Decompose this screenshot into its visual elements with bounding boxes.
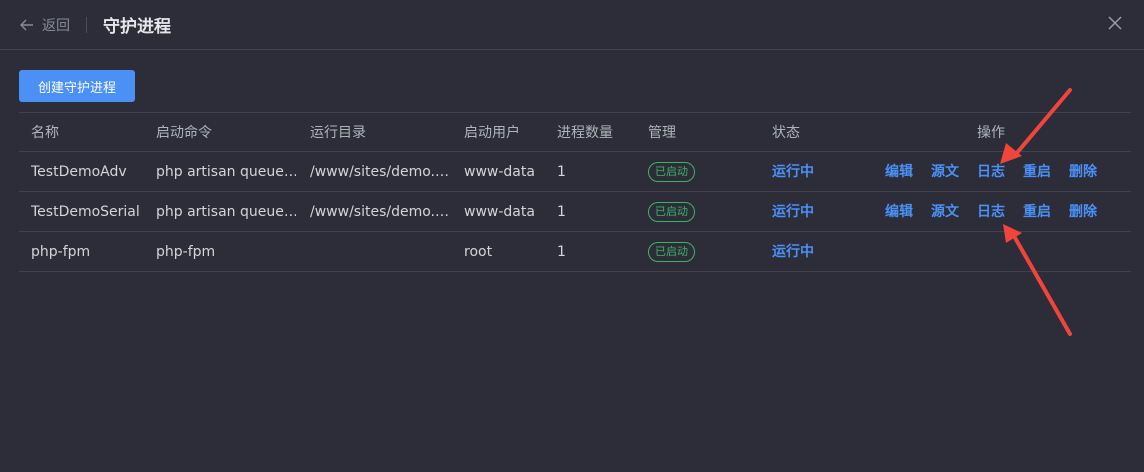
process-name: TestDemoSerial xyxy=(31,204,140,220)
table-row: TestDemoAdv php artisan queue… /www/site… xyxy=(19,152,1131,192)
process-command: php-fpm xyxy=(156,244,216,260)
edit-link[interactable]: 编辑 xyxy=(885,192,913,232)
process-directory: /www/sites/demo.… xyxy=(310,204,449,220)
status-link[interactable]: 运行中 xyxy=(772,232,872,272)
manage-cell: 已启动 xyxy=(648,152,748,192)
column-header-name: 名称 xyxy=(31,125,59,141)
process-directory xyxy=(310,232,450,272)
create-daemon-button[interactable]: 创建守护进程 xyxy=(19,70,135,102)
column-header-count: 进程数量 xyxy=(557,125,613,141)
source-link[interactable]: 源文 xyxy=(931,152,959,192)
process-user: www-data xyxy=(464,164,535,180)
page-title: 守护进程 xyxy=(103,17,171,37)
log-link[interactable]: 日志 xyxy=(977,192,1005,232)
status-link[interactable]: 运行中 xyxy=(772,152,872,192)
edit-link[interactable]: 编辑 xyxy=(885,152,913,192)
process-command: php artisan queue… xyxy=(156,204,296,220)
manage-cell: 已启动 xyxy=(648,192,748,232)
source-link[interactable]: 源文 xyxy=(931,192,959,232)
log-link[interactable]: 日志 xyxy=(977,152,1005,192)
close-button[interactable] xyxy=(1108,15,1122,34)
close-icon xyxy=(1108,16,1122,30)
column-header-status: 状态 xyxy=(772,125,800,141)
table-row: TestDemoSerial php artisan queue… /www/s… xyxy=(19,192,1131,232)
status-badge[interactable]: 已启动 xyxy=(648,202,695,222)
status-link[interactable]: 运行中 xyxy=(772,192,872,232)
table-row: php-fpm php-fpm root 1 已启动 运行中 xyxy=(19,232,1131,272)
process-name: TestDemoAdv xyxy=(31,164,127,180)
process-user: root xyxy=(464,244,493,260)
delete-link[interactable]: 删除 xyxy=(1069,192,1097,232)
dialog-header: 返回 守护进程 xyxy=(0,0,1144,50)
restart-link[interactable]: 重启 xyxy=(1023,192,1051,232)
process-count: 1 xyxy=(557,164,566,180)
status-badge[interactable]: 已启动 xyxy=(648,162,695,182)
table-header-row: 名称 启动命令 运行目录 启动用户 进程数量 管理 状态 操作 xyxy=(19,112,1131,152)
process-command: php artisan queue… xyxy=(156,164,296,180)
process-count: 1 xyxy=(557,204,566,220)
back-button[interactable]: 返回 xyxy=(20,15,70,35)
column-header-actions: 操作 xyxy=(977,125,1005,141)
restart-link[interactable]: 重启 xyxy=(1023,152,1051,192)
delete-link[interactable]: 删除 xyxy=(1069,152,1097,192)
back-label: 返回 xyxy=(42,17,70,34)
arrow-left-icon xyxy=(20,19,33,30)
process-name: php-fpm xyxy=(31,244,91,260)
process-count: 1 xyxy=(557,244,566,260)
process-directory: /www/sites/demo.… xyxy=(310,164,449,180)
manage-cell: 已启动 xyxy=(648,232,748,272)
process-user: www-data xyxy=(464,204,535,220)
daemon-table: 名称 启动命令 运行目录 启动用户 进程数量 管理 状态 操作 TestDemo… xyxy=(19,112,1131,272)
column-header-command: 启动命令 xyxy=(156,125,212,141)
column-header-user: 启动用户 xyxy=(464,125,520,141)
column-header-directory: 运行目录 xyxy=(310,125,366,141)
column-header-manage: 管理 xyxy=(648,125,676,141)
status-badge[interactable]: 已启动 xyxy=(648,242,695,262)
header-divider xyxy=(86,16,87,33)
